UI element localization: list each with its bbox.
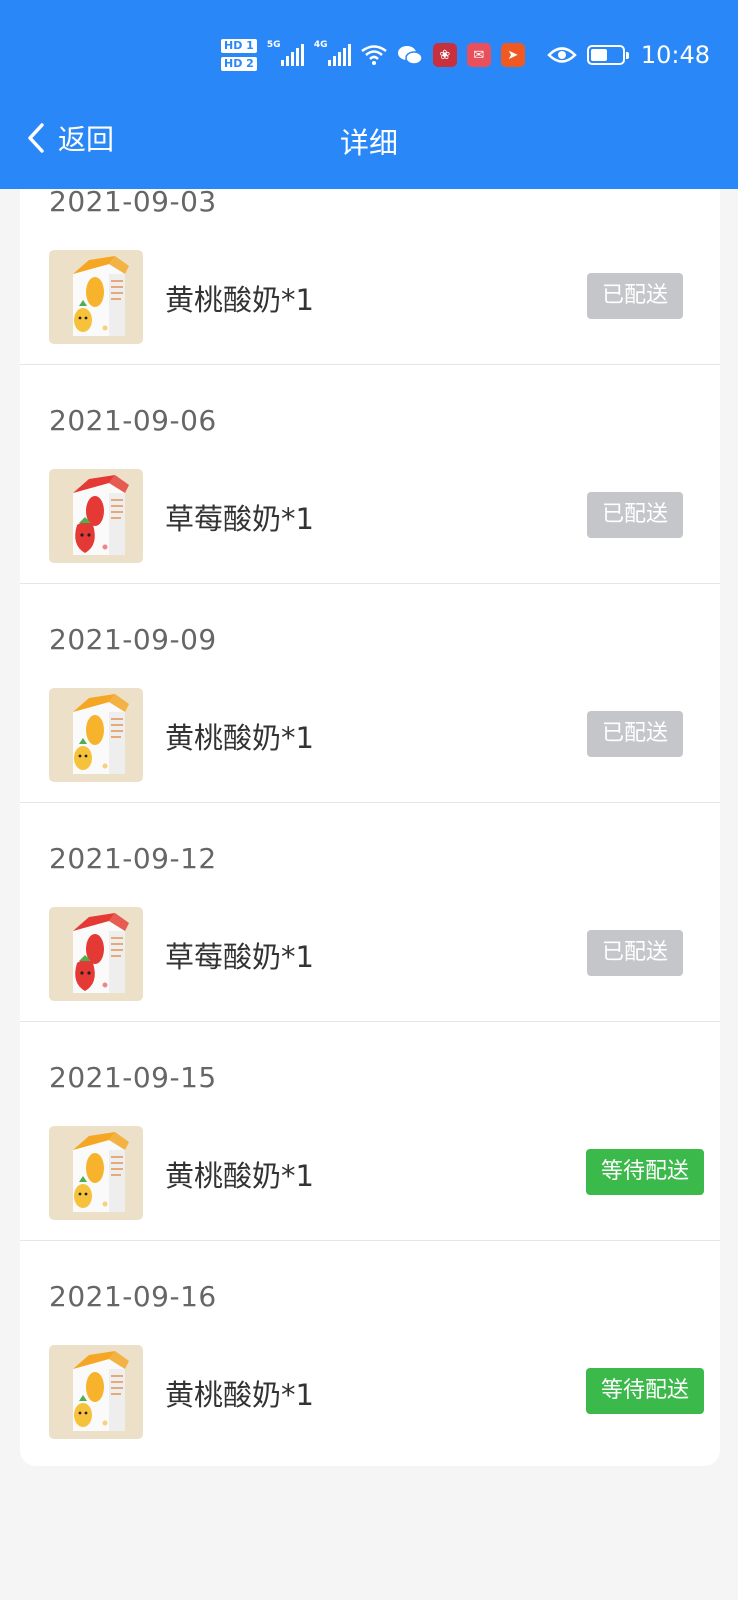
hd1-label: HD 1 xyxy=(221,39,257,53)
wechat-icon xyxy=(397,46,423,65)
header-bar: HD 1 HD 2 5G 4G ❀ ✉ ➤ 10:48 返回 详细 xyxy=(0,0,738,189)
list-item: 2021-09-06 草莓酸奶*1 已配送 xyxy=(20,365,720,584)
product-image xyxy=(49,1345,143,1439)
battery-icon xyxy=(586,45,629,65)
delivery-list: 2021-09-03 黄桃酸奶*1 已配送 2021-09-06 草莓酸奶*1 … xyxy=(20,150,720,1466)
product-image xyxy=(49,469,143,563)
status-badge: 等待配送 xyxy=(586,1368,704,1414)
product-name: 草莓酸奶*1 xyxy=(165,502,314,536)
product-image xyxy=(49,907,143,1001)
delivery-date: 2021-09-06 xyxy=(49,404,217,437)
status-badge: 已配送 xyxy=(587,930,683,976)
product-image xyxy=(49,250,143,344)
hd-indicator: HD 1 HD 2 xyxy=(221,39,257,71)
paper-plane-icon: ➤ xyxy=(500,43,525,67)
delivery-date: 2021-09-09 xyxy=(49,623,217,656)
product-name: 草莓酸奶*1 xyxy=(165,940,314,974)
app-notification-icon: ❀ xyxy=(432,43,457,67)
status-badge: 已配送 xyxy=(587,273,683,319)
list-item: 2021-09-09 黄桃酸奶*1 已配送 xyxy=(20,584,720,803)
huawei-icon: ✉ xyxy=(466,43,491,67)
wifi-icon xyxy=(361,45,387,65)
delivery-date: 2021-09-03 xyxy=(49,185,217,218)
product-image xyxy=(49,1126,143,1220)
clock: 10:48 xyxy=(640,41,710,69)
product-name: 黄桃酸奶*1 xyxy=(165,1159,314,1193)
delivery-date: 2021-09-12 xyxy=(49,842,217,875)
delivery-date: 2021-09-15 xyxy=(49,1061,217,1094)
status-badge: 已配送 xyxy=(587,492,683,538)
signal-4g-icon: 4G xyxy=(314,40,351,66)
product-name: 黄桃酸奶*1 xyxy=(165,1378,314,1412)
status-badge: 已配送 xyxy=(587,711,683,757)
status-badge: 等待配送 xyxy=(586,1149,704,1195)
product-name: 黄桃酸奶*1 xyxy=(165,283,314,317)
nav-bar: 返回 详细 xyxy=(0,108,738,168)
eye-icon xyxy=(547,47,577,63)
page-title: 详细 xyxy=(339,126,398,160)
product-name: 黄桃酸奶*1 xyxy=(165,721,314,755)
product-image xyxy=(49,688,143,782)
list-item: 2021-09-12 草莓酸奶*1 已配送 xyxy=(20,803,720,1022)
status-bar: HD 1 HD 2 5G 4G ❀ ✉ ➤ 10:48 xyxy=(221,30,710,80)
list-item: 2021-09-15 黄桃酸奶*1 等待配送 xyxy=(20,1022,720,1241)
hd2-label: HD 2 xyxy=(221,57,257,71)
signal-5g-icon: 5G xyxy=(267,40,304,66)
list-item: 2021-09-16 黄桃酸奶*1 等待配送 xyxy=(20,1241,720,1460)
delivery-date: 2021-09-16 xyxy=(49,1280,217,1313)
